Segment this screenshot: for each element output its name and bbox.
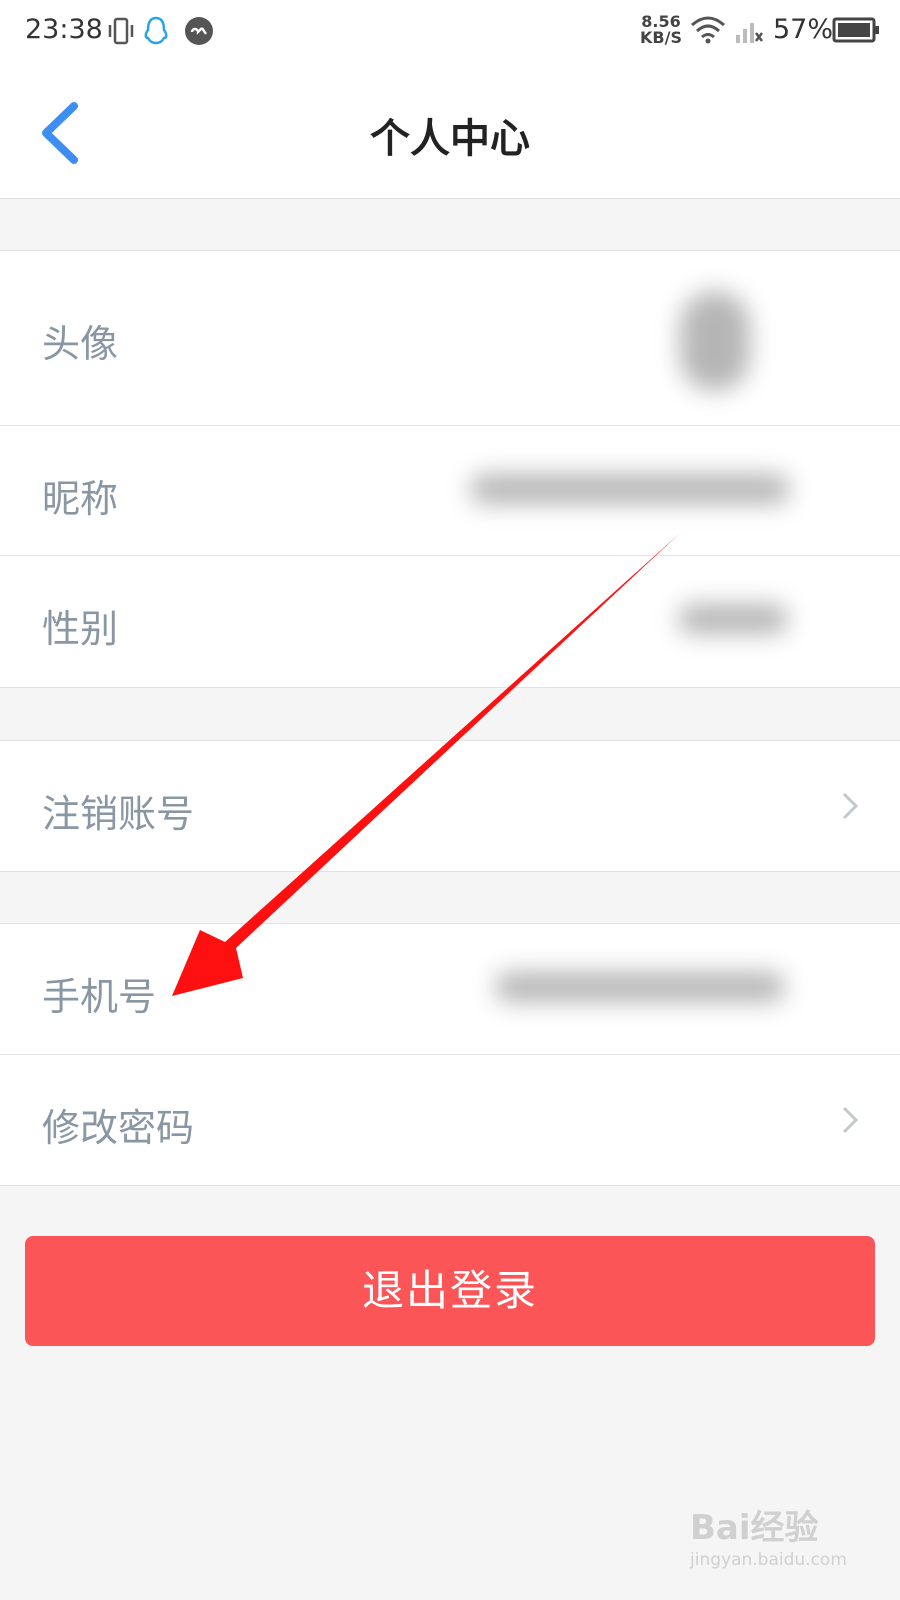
account-group: 注销账号 — [0, 740, 900, 872]
gender-row[interactable]: 性别 — [0, 555, 900, 685]
nickname-row[interactable]: 昵称 — [0, 425, 900, 555]
phone-row[interactable]: 手机号 — [0, 924, 900, 1054]
cancel-account-label: 注销账号 — [42, 792, 195, 836]
network-speed: 8.56 KB/S — [640, 14, 682, 46]
gender-label: 性别 — [42, 607, 119, 651]
network-speed-unit: KB/S — [640, 28, 682, 47]
security-group: 手机号 修改密码 — [0, 923, 900, 1186]
change-password-row[interactable]: 修改密码 — [0, 1054, 900, 1184]
watermark-logo: Bai经验 — [690, 1508, 819, 1548]
watermark-url: jingyan.baidu.com — [690, 1550, 847, 1570]
nickname-label: 昵称 — [42, 477, 119, 521]
page-title: 个人中心 — [370, 116, 530, 162]
chevron-right-icon — [842, 792, 859, 820]
app-notification-icon — [185, 17, 213, 45]
signal-icon — [736, 23, 763, 43]
profile-group: 头像 昵称 性别 — [0, 250, 900, 688]
logout-button[interactable]: 退出登录 — [25, 1236, 875, 1346]
chevron-right-icon — [842, 1106, 859, 1134]
cancel-account-row[interactable]: 注销账号 — [0, 741, 900, 871]
change-password-label: 修改密码 — [42, 1106, 195, 1150]
status-bar: 23:38 8.56 KB/S 57% — [0, 0, 900, 66]
battery-percent: 57% — [773, 14, 834, 45]
avatar-label: 头像 — [42, 322, 119, 366]
battery-icon — [832, 17, 879, 43]
wifi-icon — [691, 16, 725, 44]
status-time: 23:38 — [25, 14, 103, 45]
gender-value — [678, 604, 788, 634]
avatar — [680, 291, 750, 391]
vibrate-icon — [108, 17, 134, 45]
qq-icon — [144, 16, 168, 45]
nickname-value — [470, 474, 790, 504]
phone-value — [495, 972, 785, 1002]
avatar-row[interactable]: 头像 — [0, 251, 900, 425]
phone-label: 手机号 — [42, 975, 157, 1019]
nav-bar: 个人中心 — [0, 66, 900, 199]
